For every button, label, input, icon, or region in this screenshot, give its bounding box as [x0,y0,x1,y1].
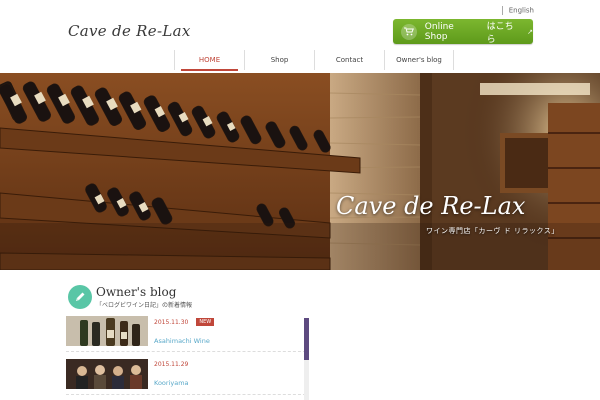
online-shop-button[interactable]: Online Shop はこちら ↗ [393,19,533,45]
wine-cellar-image [0,73,600,270]
post-thumbnail[interactable] [66,359,148,389]
hero-subtitle: ワイン専門店「カーヴ ド リラックス」 [426,227,559,235]
blog-title: Owner's blog [96,285,177,299]
blog-post-list: 2015.11.30 NEW Asahimachi Wine 2015.11.29… [66,316,306,400]
list-item[interactable]: 2015.11.29 Kooriyama [66,359,306,395]
post-date: 2015.11.30 [154,318,189,326]
list-item[interactable]: 2015.11.30 NEW Asahimachi Wine [66,316,306,352]
site-logo[interactable]: Cave de Re-Lax [68,22,191,40]
english-link[interactable]: English [509,7,534,15]
pen-icon [68,285,92,309]
hero-logo: Cave de Re-Lax [336,192,526,220]
new-badge: NEW [196,318,215,326]
divider [501,6,503,15]
shop-button-label: Online Shop [424,21,454,42]
utility-bar: English [501,6,534,15]
blog-scrollbar[interactable] [304,318,309,400]
post-thumbnail[interactable] [66,316,148,346]
nav-item-owners-blog[interactable]: Owner's blog [384,50,454,70]
nav-item-shop[interactable]: Shop [244,50,314,70]
blog-section-header: Owner's blog 「ベログビワイン日記」の新着情報 [68,285,192,309]
shop-button-label-jp: はこちら [486,21,514,45]
post-date: 2015.11.29 [154,361,189,368]
post-title[interactable]: Asahimachi Wine [154,337,214,345]
blog-subtitle: 「ベログビワイン日記」の新着情報 [96,302,193,309]
cart-icon [401,23,417,40]
scrollbar-thumb[interactable] [304,318,309,360]
post-title[interactable]: Kooriyama [154,379,189,387]
nav-item-contact[interactable]: Contact [314,50,384,70]
main-nav: HOME Shop Contact Owner's blog [174,50,454,71]
hero-banner [0,73,600,270]
external-link-icon: ↗ [527,27,533,36]
nav-item-home[interactable]: HOME [174,50,244,71]
